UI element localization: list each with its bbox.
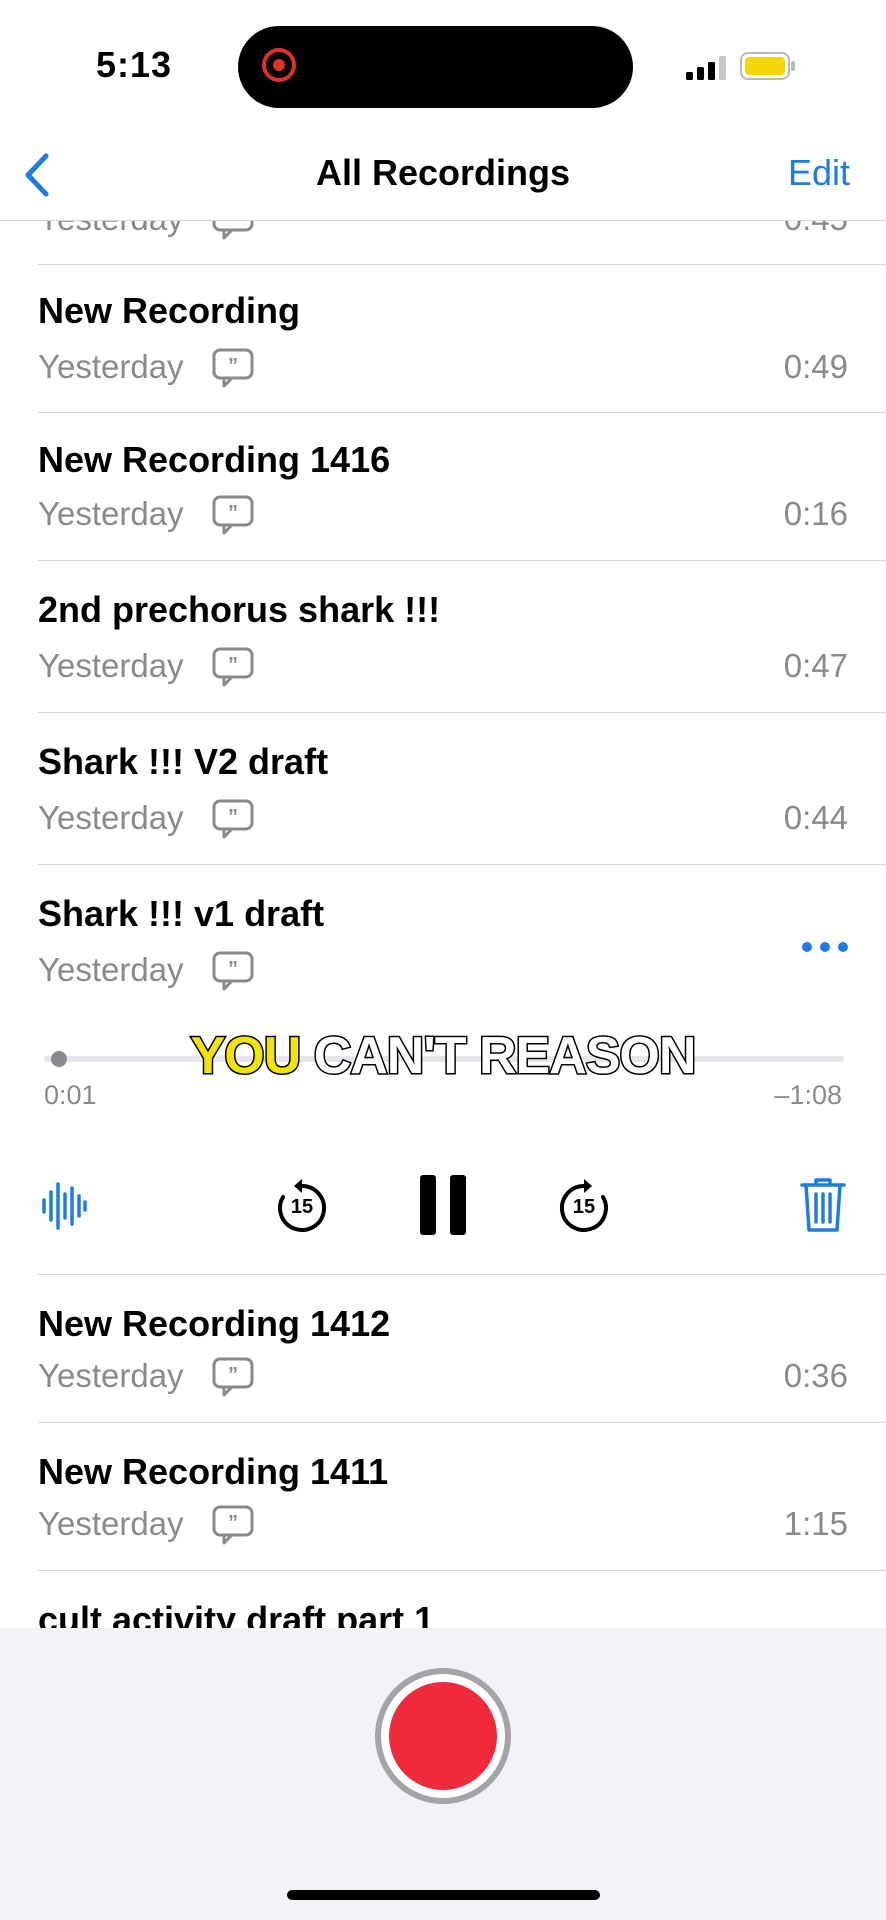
- list-item[interactable]: New Recording Yesterday ” 0:49: [0, 264, 886, 413]
- list-item[interactable]: cult activity draft part 1: [0, 1571, 886, 1628]
- transcript-icon: ”: [212, 1505, 254, 1545]
- cellular-signal-icon: [686, 56, 726, 80]
- page-title: All Recordings: [315, 152, 571, 193]
- list-item[interactable]: New Recording 1416 Yesterday ” 0:16: [0, 413, 886, 561]
- svg-text:”: ”: [228, 806, 238, 828]
- status-time: 5:13: [96, 44, 173, 85]
- list-item[interactable]: 2nd prechorus shark !!! Yesterday ” 0:47: [0, 561, 886, 713]
- pause-button[interactable]: [420, 1175, 466, 1235]
- recording-date: Yesterday: [38, 495, 184, 532]
- battery-icon: [740, 52, 795, 80]
- trash-icon[interactable]: [800, 1178, 846, 1234]
- recording-date: Yesterday: [38, 647, 184, 684]
- svg-text:”: ”: [228, 502, 238, 524]
- svg-text:”: ”: [228, 1512, 238, 1534]
- transcript-icon: ”: [212, 647, 254, 687]
- recording-title: 2nd prechorus shark !!!: [38, 589, 441, 630]
- recording-title: Shark !!! V2 draft: [38, 741, 329, 782]
- skip-back-seconds: 15: [290, 1196, 314, 1218]
- status-bar: 5:13: [0, 0, 886, 130]
- caption-highlight: YOU: [189, 1026, 303, 1087]
- recording-duration: 0:49: [783, 348, 848, 385]
- skip-forward-seconds: 15: [572, 1196, 596, 1218]
- more-options-icon[interactable]: [800, 940, 850, 954]
- video-caption: YOU CAN'T REASON: [0, 1026, 886, 1087]
- recording-date: Yesterday: [38, 1505, 184, 1542]
- list-item[interactable]: New Recording 1412 Yesterday ” 0:36: [0, 1275, 886, 1423]
- recording-duration: 0:44: [783, 799, 848, 836]
- svg-text:”: ”: [228, 958, 238, 980]
- recording-title: New Recording 1411: [38, 1451, 389, 1492]
- home-indicator[interactable]: [287, 1890, 600, 1900]
- screen-recording-icon: [262, 48, 296, 82]
- caption-text: CAN'T REASON: [312, 1026, 698, 1087]
- transcript-icon: ”: [212, 348, 254, 388]
- recording-duration: 0:36: [783, 1357, 848, 1394]
- svg-text:”: ”: [228, 1364, 238, 1386]
- recording-title: cult activity draft part 1: [38, 1599, 435, 1628]
- transcript-icon: ”: [212, 1357, 254, 1397]
- recording-duration: 0:16: [783, 495, 848, 532]
- svg-text:”: ”: [228, 355, 238, 377]
- transcript-icon: ”: [212, 799, 254, 839]
- recordings-list: Yesterday ” 0:45 New Recording Yesterday…: [0, 0, 886, 1628]
- waveform-icon[interactable]: [40, 1178, 88, 1234]
- skip-forward-button[interactable]: 15: [556, 1178, 612, 1234]
- list-item[interactable]: Shark !!! V2 draft Yesterday ” 0:44: [0, 713, 886, 865]
- nav-bar: All Recordings Edit: [0, 130, 886, 221]
- record-icon: [389, 1682, 497, 1790]
- recording-duration: 1:15: [783, 1505, 848, 1542]
- list-item[interactable]: New Recording 1411 Yesterday ” 1:15: [0, 1423, 886, 1571]
- recording-date: Yesterday: [38, 348, 184, 385]
- recording-title: Shark !!! v1 draft: [38, 893, 325, 934]
- recording-title: New Recording 1416: [38, 439, 391, 480]
- transcript-icon: ”: [212, 495, 254, 535]
- recording-title: New Recording 1412: [38, 1303, 391, 1344]
- recording-date: Yesterday: [38, 799, 184, 836]
- record-button[interactable]: [375, 1668, 511, 1804]
- skip-back-button[interactable]: 15: [274, 1178, 330, 1234]
- recording-date: Yesterday: [38, 1357, 184, 1394]
- recording-title: New Recording: [38, 290, 301, 331]
- transcript-icon: ”: [212, 951, 254, 991]
- svg-text:”: ”: [228, 654, 238, 676]
- edit-button[interactable]: Edit: [788, 152, 850, 194]
- recording-date: Yesterday: [38, 951, 184, 988]
- dynamic-island: [238, 26, 633, 108]
- pause-icon: [420, 1175, 466, 1235]
- recording-duration: 0:47: [783, 647, 848, 684]
